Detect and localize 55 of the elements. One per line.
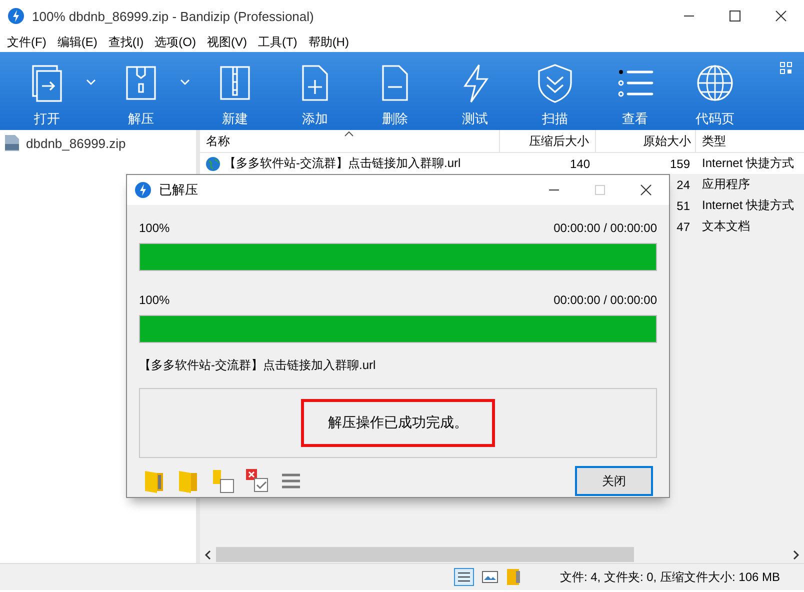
menu-item[interactable]: 视图(V) — [204, 34, 255, 50]
archive-folder-icon[interactable] — [506, 568, 522, 586]
window-title: 100% dbdnb_86999.zip - Bandizip (Professional) — [32, 8, 314, 24]
scrollbar-thumb[interactable] — [216, 547, 634, 562]
zip-file-icon — [4, 134, 20, 152]
column-header[interactable]: 名称 — [200, 130, 500, 152]
layout-icon[interactable] — [780, 62, 792, 74]
dropdown-icon[interactable] — [180, 78, 190, 86]
details-view-icon[interactable] — [454, 568, 474, 586]
menu-item[interactable]: 编辑(E) — [54, 34, 106, 50]
success-message: 解压操作已成功完成。 — [301, 399, 495, 447]
table-cell: 24 — [676, 178, 690, 192]
globe-icon — [206, 156, 220, 170]
toolbar-button[interactable]: 查看 — [602, 52, 668, 129]
table-cell: 47 — [676, 220, 690, 234]
app-icon — [135, 182, 151, 198]
table-cell: 159 — [670, 156, 690, 170]
toolbar-button[interactable]: 删除 — [362, 52, 428, 129]
menu-item[interactable]: 查找(I) — [105, 34, 152, 50]
progress-percent: 100% — [139, 293, 170, 307]
delete-check-icon[interactable] — [245, 468, 269, 494]
toolbar-button[interactable]: 打开 — [14, 52, 80, 129]
table-cell: 140 — [570, 156, 590, 170]
close-button[interactable]: 关闭 — [575, 466, 653, 496]
progress-percent: 100% — [139, 221, 170, 235]
current-file: 【多多软件站-交流群】点击链接加入群聊.url — [139, 357, 377, 374]
column-header[interactable]: 类型 — [696, 130, 804, 152]
toolbar-button[interactable]: 解压 — [108, 52, 174, 129]
menu-item[interactable]: 选项(O) — [152, 34, 204, 50]
status-text: 文件: 4, 文件夹: 0, 压缩文件大小: 106 MB — [560, 568, 780, 586]
table-cell: Internet 快捷方式 — [702, 156, 794, 170]
sort-icon — [344, 131, 354, 137]
table-cell: 51 — [676, 198, 690, 212]
menu-item[interactable]: 文件(F) — [4, 34, 54, 50]
progress-time: 00:00:00 / 00:00:00 — [554, 293, 657, 307]
toolbar-button[interactable]: 新建 — [202, 52, 268, 129]
table-cell: 应用程序 — [702, 177, 750, 191]
toolbar-button[interactable]: 测试 — [442, 52, 508, 129]
toolbar-button[interactable]: 扫描 — [522, 52, 588, 129]
app-icon — [8, 8, 24, 24]
progress-time: 00:00:00 / 00:00:00 — [554, 221, 657, 235]
column-header[interactable]: 压缩后大小 — [500, 130, 596, 152]
table-cell: 文本文档 — [702, 219, 750, 233]
toolbar-button[interactable]: 添加 — [282, 52, 348, 129]
menu-item[interactable]: 帮助(H) — [305, 34, 357, 50]
table-cell: 【多多软件站-交流群】点击链接加入群聊.url — [224, 155, 461, 172]
dialog-title: 已解压 — [159, 181, 198, 199]
copy-folder-icon[interactable] — [211, 468, 235, 494]
sidebar-item[interactable]: dbdnb_86999.zip — [26, 136, 126, 150]
dropdown-icon[interactable] — [86, 78, 96, 86]
image-view-icon[interactable] — [482, 570, 498, 584]
column-header[interactable]: 原始大小 — [596, 130, 696, 152]
menu-item[interactable]: 工具(T) — [254, 34, 306, 50]
table-cell: Internet 快捷方式 — [702, 198, 794, 212]
toolbar-button[interactable]: 代码页 — [682, 52, 748, 129]
